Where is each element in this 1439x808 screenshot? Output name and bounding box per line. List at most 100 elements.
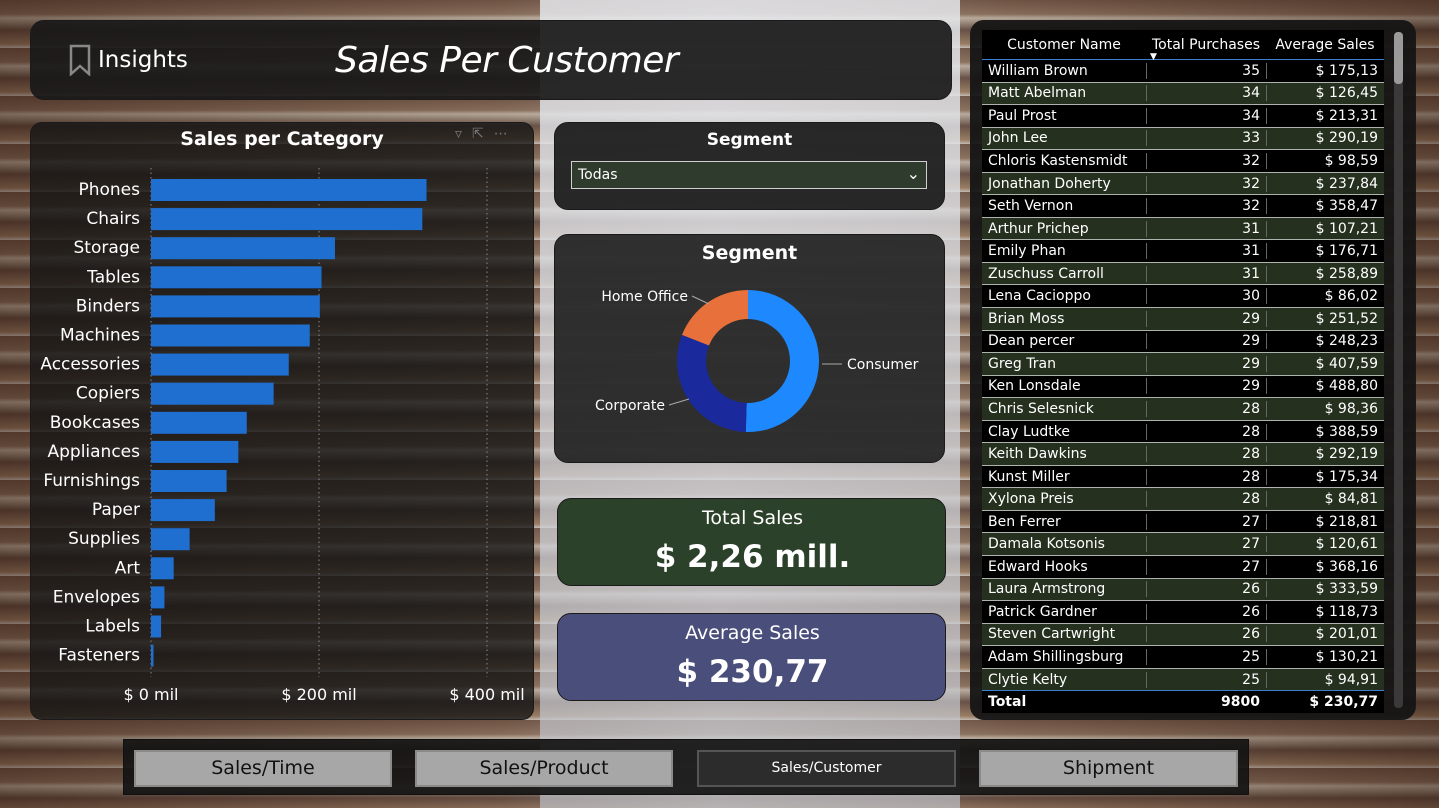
donut-slice[interactable]	[745, 290, 819, 432]
table-row[interactable]: Edward Hooks 27 $ 368,16	[982, 556, 1384, 579]
total-label: Total	[988, 694, 1027, 710]
average-sales-cell: $ 237,84	[1266, 175, 1384, 192]
table-row[interactable]: Chris Selesnick 28 $ 98,36	[982, 398, 1384, 421]
bar[interactable]	[151, 382, 274, 405]
table-row[interactable]: Matt Abelman 34 $ 126,45	[982, 82, 1384, 106]
table-row[interactable]: Adam Shillingsburg 25 $ 130,21	[982, 646, 1384, 669]
average-sales-cell: $ 488,80	[1266, 378, 1384, 395]
average-sales-cell: $ 84,81	[1266, 491, 1384, 508]
total-purchases-cell: 31	[1146, 220, 1266, 237]
table-row[interactable]: Ben Ferrer 27 $ 218,81	[982, 510, 1384, 534]
table-header: Customer Name Total Purchases ▼ Average …	[982, 30, 1384, 62]
bar[interactable]	[151, 324, 310, 347]
table-row[interactable]: Steven Cartwright 26 $ 201,01	[982, 623, 1384, 647]
category-label: Envelopes	[53, 587, 140, 607]
segment-dropdown[interactable]: Todas ⌄	[571, 161, 927, 189]
x-tick-label: $ 0 mil	[123, 685, 178, 704]
category-label: Art	[115, 558, 141, 578]
table-row[interactable]: Greg Tran 29 $ 407,59	[982, 353, 1384, 376]
category-label: Machines	[60, 326, 140, 346]
average-sales-cell: $ 86,02	[1266, 288, 1384, 305]
table-row[interactable]: Brian Moss 29 $ 251,52	[982, 308, 1384, 331]
category-label: Supplies	[68, 529, 140, 549]
table-row[interactable]: Damala Kotsonis 27 $ 120,61	[982, 533, 1384, 557]
bar[interactable]	[151, 411, 247, 434]
bar[interactable]	[151, 266, 322, 289]
table-total-row: Total 9800 $ 230,77	[982, 690, 1384, 713]
bar[interactable]	[151, 499, 215, 522]
donut-leader-line	[691, 295, 710, 305]
customer-name-cell: Clytie Kelty	[988, 671, 1068, 688]
table-row[interactable]: Laura Armstrong 26 $ 333,59	[982, 578, 1384, 602]
category-label: Chairs	[86, 209, 140, 229]
table-row[interactable]: Kunst Miller 28 $ 175,34	[982, 465, 1384, 489]
nav-button-shipment[interactable]: Shipment	[979, 750, 1238, 787]
total-purchases-cell: 31	[1146, 243, 1266, 260]
bar[interactable]	[151, 615, 162, 638]
table-row[interactable]: Seth Vernon 32 $ 358,47	[982, 195, 1384, 218]
nav-button-sales-customer[interactable]: Sales/Customer	[697, 750, 956, 787]
column-header-total-purchases[interactable]: Total Purchases ▼	[1146, 36, 1266, 62]
average-sales-card: Average Sales $ 230,77	[557, 613, 946, 701]
bar[interactable]	[151, 557, 174, 580]
table-row[interactable]: Arthur Prichep 31 $ 107,21	[982, 217, 1384, 241]
table-row[interactable]: Zuschuss Carroll 31 $ 258,89	[982, 262, 1384, 286]
table-row[interactable]: Dean percer 29 $ 248,23	[982, 330, 1384, 354]
total-purchases-cell: 29	[1146, 355, 1266, 372]
average-sales-cell: $ 120,61	[1266, 536, 1384, 553]
category-label: Storage	[73, 238, 140, 258]
customer-name-cell: Arthur Prichep	[988, 220, 1089, 237]
table-row[interactable]: Emily Phan 31 $ 176,71	[982, 240, 1384, 263]
bar[interactable]	[151, 237, 335, 260]
nav-button-sales-time[interactable]: Sales/Time	[134, 750, 392, 787]
table-row[interactable]: Xylona Preis 28 $ 84,81	[982, 488, 1384, 511]
bar[interactable]	[151, 470, 227, 492]
bar[interactable]	[151, 353, 289, 376]
table-row[interactable]: Chloris Kastensmidt 32 $ 98,59	[982, 150, 1384, 173]
nav-button-sales-product[interactable]: Sales/Product	[415, 750, 673, 787]
bar[interactable]	[151, 586, 165, 609]
total-purchases-cell: 28	[1146, 400, 1266, 417]
table-row[interactable]: Clytie Kelty 25 $ 94,91	[982, 668, 1384, 690]
donut-slice[interactable]	[677, 334, 747, 432]
bar[interactable]	[151, 440, 239, 463]
customer-name-cell: Paul Prost	[988, 107, 1057, 124]
column-header-average-sales[interactable]: Average Sales	[1266, 37, 1384, 53]
bar[interactable]	[151, 295, 320, 318]
bar[interactable]	[151, 179, 427, 201]
sort-descending-icon: ▼	[1150, 51, 1157, 62]
table-row[interactable]: Jonathan Doherty 32 $ 237,84	[982, 172, 1384, 196]
table-row[interactable]: Paul Prost 34 $ 213,31	[982, 105, 1384, 128]
average-sales-cell: $ 126,45	[1266, 85, 1384, 102]
bar[interactable]	[151, 644, 154, 667]
table-row[interactable]: Clay Ludtke 28 $ 388,59	[982, 420, 1384, 444]
total-purchases-cell: 26	[1146, 626, 1266, 643]
customer-name-cell: Emily Phan	[988, 243, 1066, 260]
total-purchases-cell: 32	[1146, 198, 1266, 215]
total-purchases-cell: 29	[1146, 333, 1266, 350]
column-header-total-purchases-label: Total Purchases	[1151, 36, 1260, 53]
table-row[interactable]: Lena Cacioppo 30 $ 86,02	[982, 285, 1384, 309]
total-purchases-cell: 28	[1146, 423, 1266, 440]
bar[interactable]	[151, 208, 423, 231]
table-row[interactable]: Ken Lonsdale 29 $ 488,80	[982, 375, 1384, 399]
total-purchases-cell: 32	[1146, 175, 1266, 192]
table-row[interactable]: Patrick Gardner 26 $ 118,73	[982, 601, 1384, 624]
customer-name-cell: Ben Ferrer	[988, 513, 1061, 530]
table-scrollbar[interactable]	[1394, 32, 1403, 708]
total-purchases-cell: 35	[1146, 62, 1266, 79]
average-sales-cell: $ 407,59	[1266, 355, 1384, 372]
table-body[interactable]: William Brown 35 $ 175,13 Matt Abelman 34 $ 1…	[982, 60, 1384, 690]
donut-leader-line	[668, 398, 690, 406]
table-scrollbar-thumb[interactable]	[1394, 32, 1403, 84]
bar[interactable]	[151, 528, 190, 551]
x-tick-label: $ 400 mil	[449, 685, 524, 704]
insights-button[interactable]: Insights	[68, 44, 188, 76]
table-row[interactable]: William Brown 35 $ 175,13	[982, 60, 1384, 83]
donut-slice-label: Home Office	[601, 289, 688, 305]
total-purchases-cell: 28	[1146, 468, 1266, 485]
table-row[interactable]: Keith Dawkins 28 $ 292,19	[982, 443, 1384, 466]
column-header-customer-name[interactable]: Customer Name	[982, 37, 1146, 53]
table-row[interactable]: John Lee 33 $ 290,19	[982, 127, 1384, 151]
donut-slice[interactable]	[681, 290, 748, 346]
